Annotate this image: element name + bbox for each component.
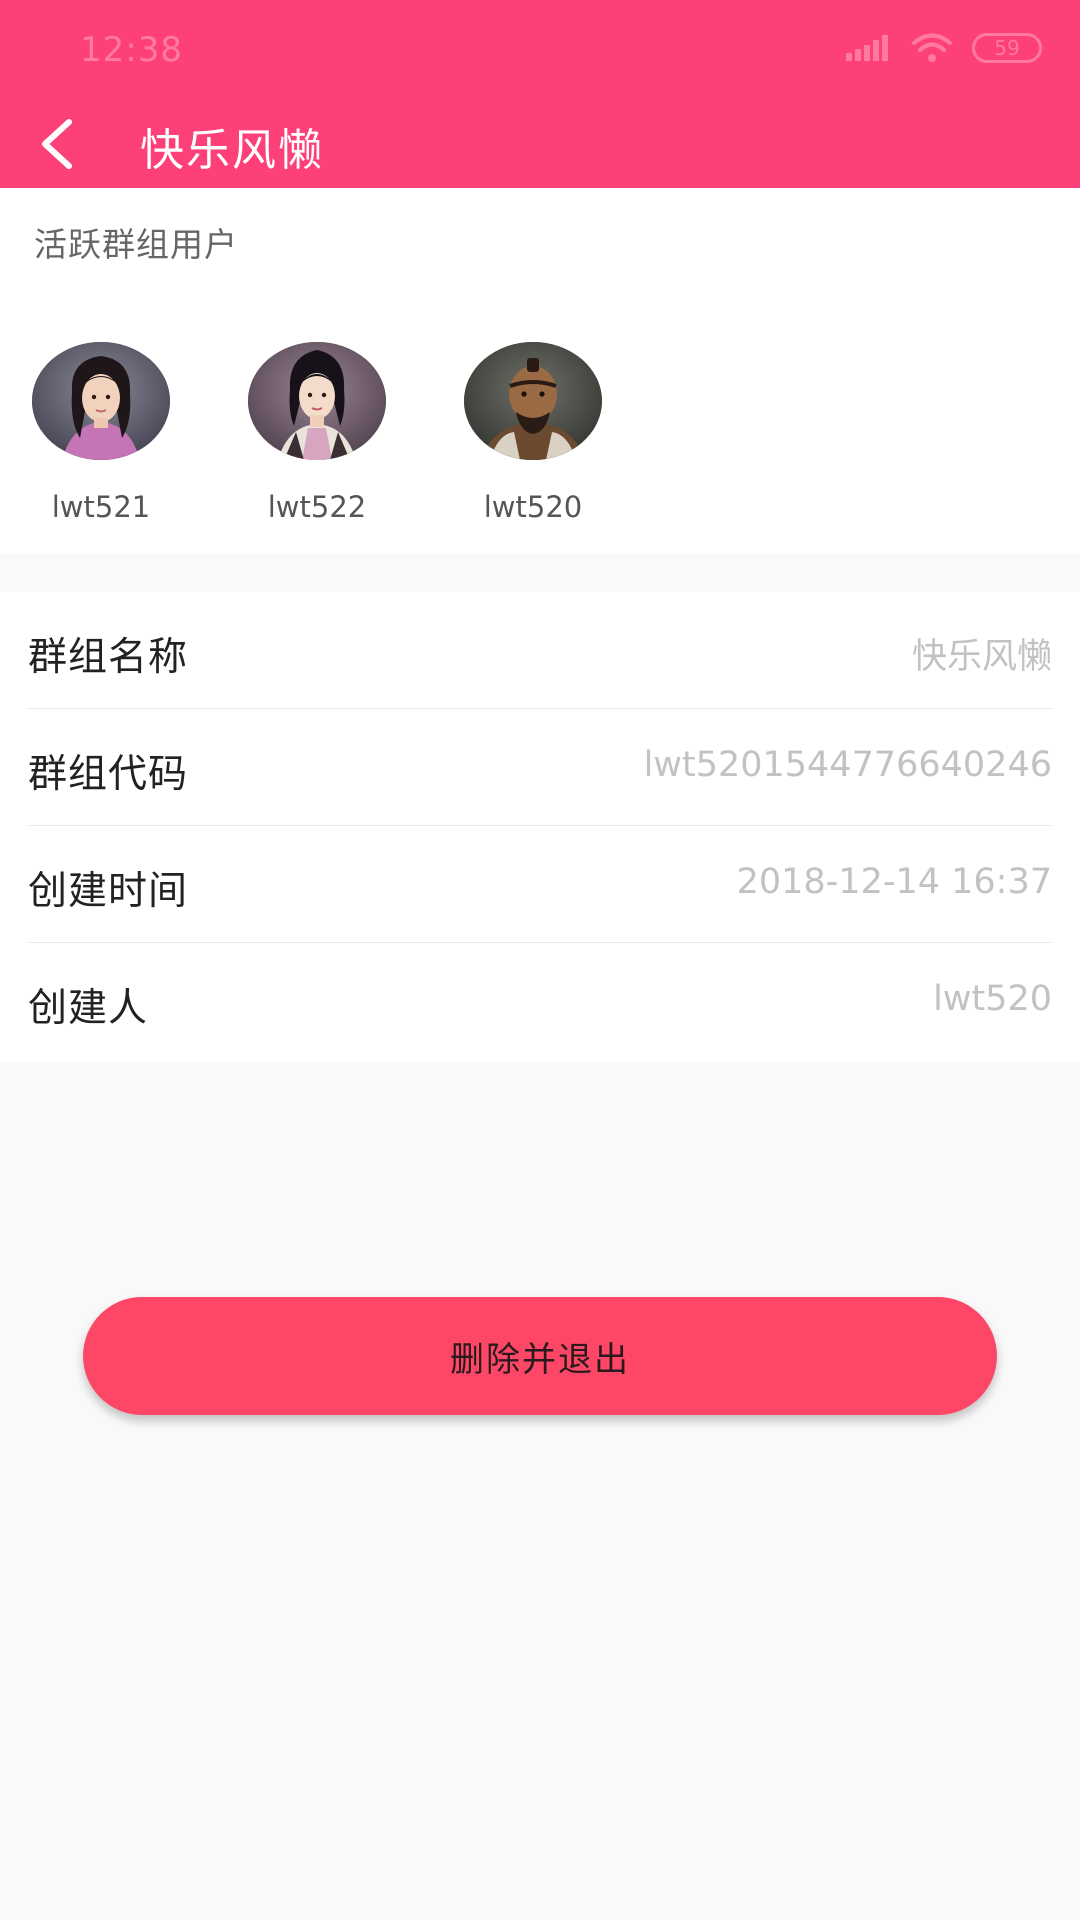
member-name: lwt522 — [267, 490, 367, 524]
battery-level: 59 — [994, 36, 1020, 60]
delete-and-exit-button[interactable]: 删除并退出 — [83, 1297, 997, 1415]
battery-icon: 59 — [972, 33, 1042, 63]
avatar[interactable] — [248, 342, 386, 460]
app-header: 12:38 59 快乐风懒 — [0, 0, 1080, 188]
group-info-section: 群组名称 快乐风懒 群组代码 lwt5201544776640246 创建时间 … — [0, 592, 1080, 1062]
created-time-value: 2018-12-14 16:37 — [736, 862, 1052, 902]
group-code-value: lwt5201544776640246 — [643, 745, 1052, 785]
avatar[interactable] — [464, 342, 602, 460]
group-name-row[interactable]: 群组名称 快乐风懒 — [28, 592, 1052, 709]
status-time: 12:38 — [80, 30, 183, 70]
member-name: lwt521 — [51, 490, 151, 524]
group-code-row[interactable]: 群组代码 lwt5201544776640246 — [28, 709, 1052, 826]
creator-label: 创建人 — [28, 986, 149, 1031]
active-members-section: 活跃群组用户 lwt521 lwt522 lwt520 — [0, 188, 1080, 554]
status-bar: 12:38 59 — [0, 0, 1080, 100]
page-title: 快乐风懒 — [140, 125, 324, 176]
created-time-label: 创建时间 — [28, 869, 189, 914]
back-arrow-icon[interactable] — [32, 112, 82, 176]
creator-value: lwt520 — [933, 979, 1052, 1019]
created-time-row[interactable]: 创建时间 2018-12-14 16:37 — [28, 826, 1052, 943]
avatar[interactable] — [32, 342, 170, 460]
member-name: lwt520 — [483, 490, 583, 524]
group-name-value: 快乐风懒 — [911, 637, 1052, 677]
member-item[interactable]: lwt522 — [236, 342, 396, 532]
member-item[interactable]: lwt520 — [452, 342, 612, 532]
title-bar: 快乐风懒 — [0, 100, 1080, 188]
creator-row[interactable]: 创建人 lwt520 — [28, 943, 1052, 1060]
members-heading: 活跃群组用户 — [34, 225, 238, 264]
wifi-icon — [912, 33, 952, 62]
signal-icon — [846, 35, 888, 61]
group-name-label: 群组名称 — [28, 635, 189, 680]
member-item[interactable]: lwt521 — [20, 342, 180, 532]
group-code-label: 群组代码 — [28, 752, 189, 797]
status-icons: 59 — [846, 32, 1042, 64]
